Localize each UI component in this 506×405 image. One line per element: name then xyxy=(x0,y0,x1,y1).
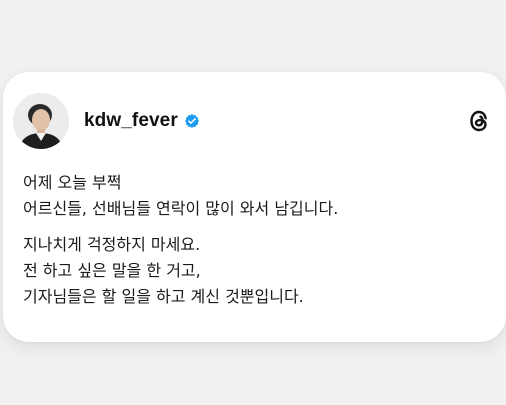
paragraph-2: 지나치게 걱정하지 마세요. 전 하고 싶은 말을 한 거고, 기자님들은 할 … xyxy=(23,232,490,310)
text-line: 전 하고 싶은 말을 한 거고, xyxy=(23,261,201,280)
avatar[interactable] xyxy=(13,93,69,149)
author-info: kdw_fever xyxy=(84,110,200,132)
text-line: 어르신들, 선배님들 연락이 많이 와서 남깁니다. xyxy=(23,199,339,218)
verified-badge-icon xyxy=(184,113,200,129)
text-line: 지나치게 걱정하지 마세요. xyxy=(23,235,201,254)
paragraph-1: 어제 오늘 부쩍 어르신들, 선배님들 연락이 많이 와서 남깁니다. xyxy=(23,170,490,222)
screenshot-stage: kdw_fever 어제 오늘 부쩍 어르신들, 선배님들 연락이 많이 와서 … xyxy=(0,0,506,405)
avatar-photo xyxy=(13,93,69,149)
post-header: kdw_fever xyxy=(13,92,492,150)
threads-logo-icon[interactable] xyxy=(466,108,492,134)
username[interactable]: kdw_fever xyxy=(84,110,178,132)
post-text: 어제 오늘 부쩍 어르신들, 선배님들 연락이 많이 와서 남깁니다. 지나치게… xyxy=(23,170,490,310)
text-line: 어제 오늘 부쩍 xyxy=(23,173,122,192)
threads-post-card: kdw_fever 어제 오늘 부쩍 어르신들, 선배님들 연락이 많이 와서 … xyxy=(3,72,506,342)
text-line: 기자님들은 할 일을 하고 계신 것뿐입니다. xyxy=(23,287,304,306)
